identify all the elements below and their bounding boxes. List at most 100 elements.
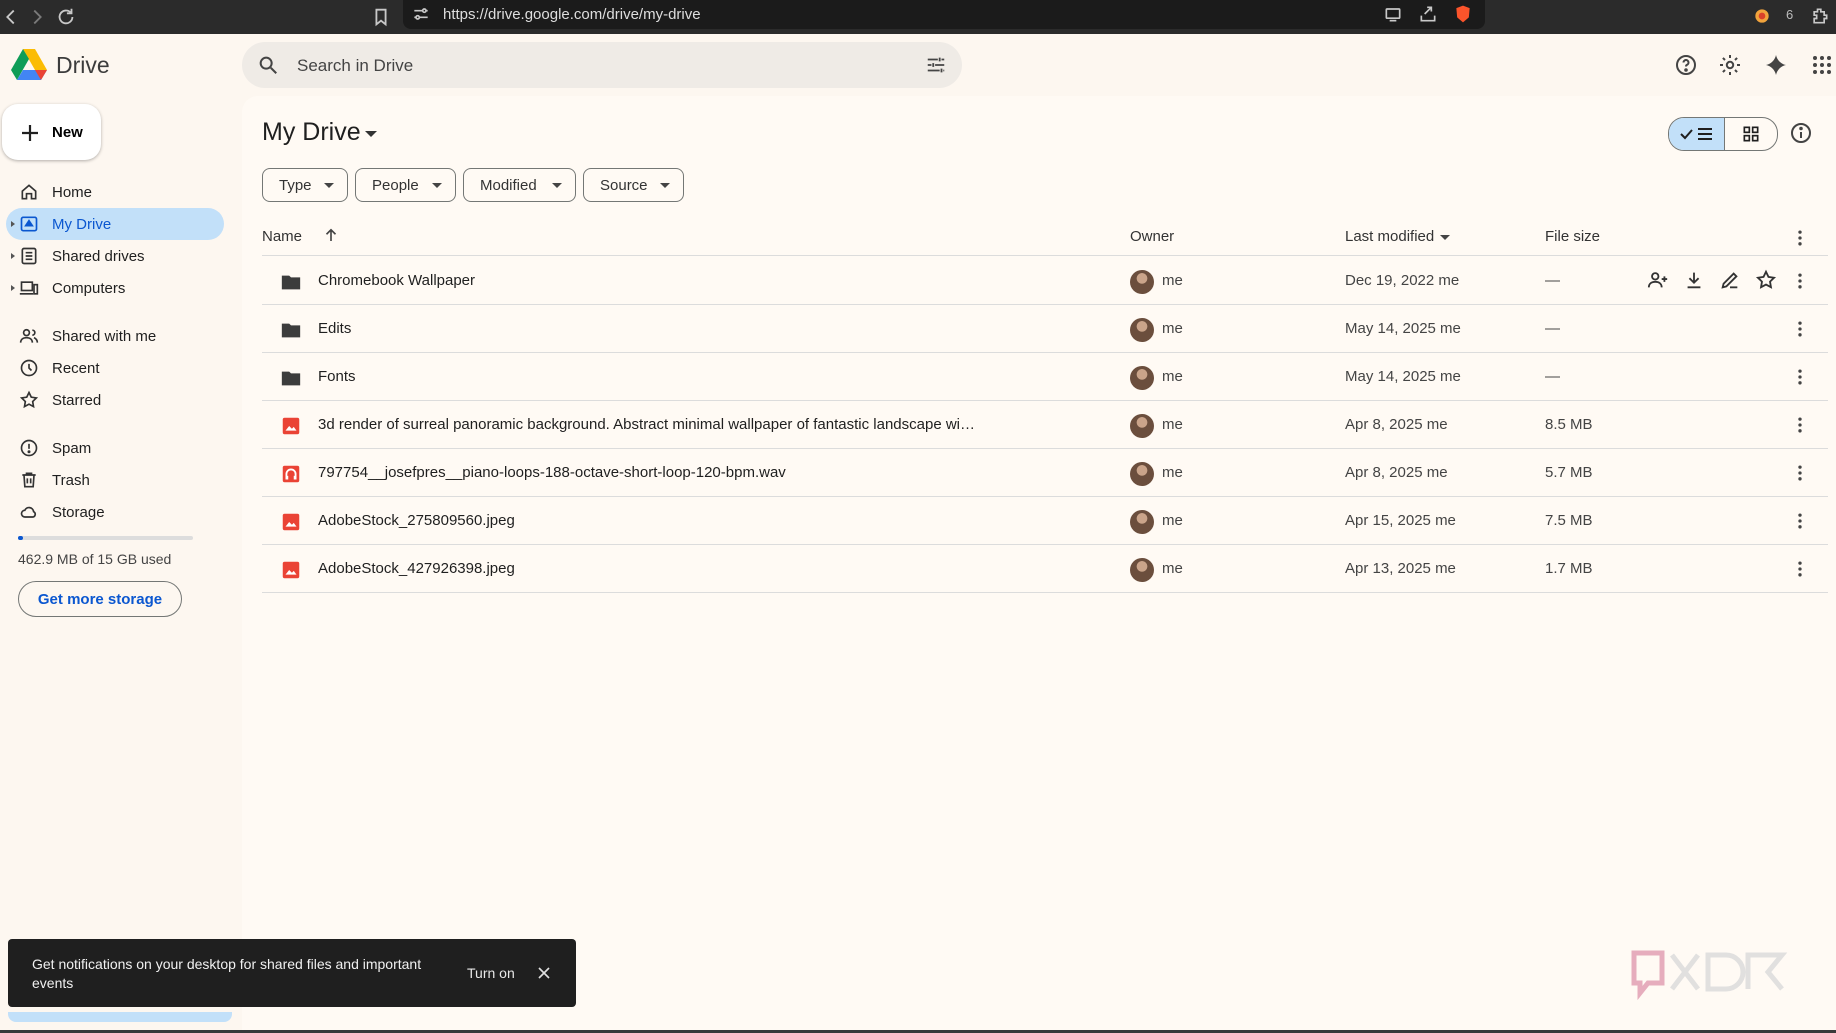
folder-icon	[280, 319, 302, 341]
sidebar-item-computers[interactable]: Computers	[6, 272, 224, 304]
expand-caret-icon[interactable]	[11, 285, 15, 291]
view-toggle[interactable]	[1668, 117, 1778, 151]
avatar	[1130, 558, 1154, 582]
list-view-button[interactable]	[1669, 118, 1725, 150]
divider	[262, 255, 1828, 256]
help-icon[interactable]	[1674, 53, 1698, 77]
expand-caret-icon[interactable]	[11, 221, 15, 227]
share-icon[interactable]	[1418, 4, 1440, 26]
tab-count[interactable]: 6	[1786, 7, 1793, 22]
search-input[interactable]: Search in Drive	[297, 56, 413, 76]
sort-caret-icon[interactable]	[1440, 235, 1450, 240]
sort-arrow-up-icon[interactable]	[322, 226, 340, 244]
address-bar[interactable]: https://drive.google.com/drive/my-drive	[403, 0, 1485, 29]
file-name[interactable]: Fonts	[318, 368, 356, 385]
filter-chip-source[interactable]: Source	[583, 168, 684, 202]
sidebar-item-storage[interactable]: Storage	[6, 496, 224, 528]
new-button[interactable]: New	[2, 104, 101, 160]
file-name[interactable]: 3d render of surreal panoramic backgroun…	[318, 416, 978, 433]
filter-chip-modified[interactable]: Modified	[463, 168, 576, 202]
sidebar-item-label: Shared with me	[52, 328, 157, 345]
sidebar-item-label: Storage	[52, 504, 105, 521]
sidebar-item-spam[interactable]: Spam	[6, 432, 224, 464]
image-file-icon	[280, 415, 302, 437]
column-header-name[interactable]: Name	[262, 228, 302, 245]
get-more-storage-button[interactable]: Get more storage	[18, 581, 182, 617]
last-modified: Apr 13, 2025 me	[1345, 560, 1456, 577]
owner-name: me	[1162, 464, 1183, 481]
image-file-icon	[280, 559, 302, 581]
sidebar-item-starred[interactable]: Starred	[6, 384, 224, 416]
sidebar-item-shared-drives[interactable]: Shared drives	[6, 240, 224, 272]
rename-pencil-icon[interactable]	[1719, 269, 1741, 291]
more-options-icon[interactable]	[1790, 463, 1810, 483]
divider	[262, 592, 1828, 593]
column-options-more-icon[interactable]	[1790, 228, 1810, 248]
gemini-sparkle-icon[interactable]	[1764, 53, 1788, 77]
extensions-icon[interactable]	[1810, 6, 1832, 28]
search-icon[interactable]	[257, 54, 279, 76]
table-row[interactable]: AdobeStock_427926398.jpeg me Apr 13, 202…	[262, 545, 1828, 593]
snackbar-message: Get notifications on your desktop for sh…	[32, 956, 422, 991]
drive-logo-icon[interactable]	[10, 46, 48, 82]
file-name[interactable]: AdobeStock_427926398.jpeg	[318, 560, 515, 577]
table-row[interactable]: AdobeStock_275809560.jpeg me Apr 15, 202…	[262, 497, 1828, 545]
table-row[interactable]: Edits me May 14, 2025 me —	[262, 305, 1828, 353]
page-title[interactable]: My Drive	[262, 118, 361, 147]
filter-chip-label: Source	[600, 177, 648, 194]
search-bar[interactable]: Search in Drive	[242, 42, 962, 88]
column-header-owner[interactable]: Owner	[1130, 228, 1174, 245]
table-row[interactable]: Chromebook Wallpaper me Dec 19, 2022 me …	[262, 257, 1828, 305]
expand-caret-icon[interactable]	[11, 253, 15, 259]
file-name[interactable]: Edits	[318, 320, 351, 337]
cast-icon[interactable]	[1383, 4, 1405, 26]
apps-grid-icon[interactable]	[1810, 53, 1834, 77]
download-icon[interactable]	[1683, 269, 1705, 291]
more-options-icon[interactable]	[1790, 559, 1810, 579]
more-options-icon[interactable]	[1790, 319, 1810, 339]
title-dropdown-icon[interactable]	[365, 131, 377, 137]
sidebar-item-my-drive[interactable]: My Drive	[6, 208, 224, 240]
sidebar-item-trash[interactable]: Trash	[6, 464, 224, 496]
last-modified: Apr 15, 2025 me	[1345, 512, 1456, 529]
avatar	[1130, 510, 1154, 534]
star-icon[interactable]	[1755, 269, 1777, 291]
rewards-icon[interactable]	[1752, 6, 1774, 28]
sidebar-item-label: Starred	[52, 392, 102, 409]
brand-name[interactable]: Drive	[56, 52, 110, 79]
close-icon[interactable]	[534, 963, 554, 983]
column-header-last-modified[interactable]: Last modified	[1345, 228, 1434, 245]
site-settings-icon[interactable]	[411, 4, 433, 26]
more-options-icon[interactable]	[1790, 415, 1810, 435]
reload-icon[interactable]	[55, 6, 77, 28]
table-row[interactable]: Fonts me May 14, 2025 me —	[262, 353, 1828, 401]
sidebar-item-home[interactable]: Home	[6, 176, 224, 208]
search-options-icon[interactable]	[925, 54, 947, 76]
share-person-icon[interactable]	[1647, 269, 1669, 291]
turn-on-button[interactable]: Turn on	[467, 965, 515, 981]
table-row[interactable]: 797754__josefpres__piano-loops-188-octav…	[262, 449, 1828, 497]
file-name[interactable]: 797754__josefpres__piano-loops-188-octav…	[318, 464, 786, 481]
more-options-icon[interactable]	[1790, 367, 1810, 387]
owner-name: me	[1162, 368, 1183, 385]
file-name[interactable]: Chromebook Wallpaper	[318, 272, 475, 289]
filter-chip-type[interactable]: Type	[262, 168, 348, 202]
more-options-icon[interactable]	[1790, 271, 1810, 291]
grid-view-button[interactable]	[1725, 118, 1777, 150]
back-icon[interactable]	[0, 6, 22, 28]
sidebar-item-shared-with-me[interactable]: Shared with me	[6, 320, 224, 352]
filter-chip-people[interactable]: People	[355, 168, 456, 202]
more-options-icon[interactable]	[1790, 511, 1810, 531]
forward-icon[interactable]	[26, 6, 48, 28]
file-name[interactable]: AdobeStock_275809560.jpeg	[318, 512, 515, 529]
table-row[interactable]: 3d render of surreal panoramic backgroun…	[262, 401, 1828, 449]
shared-drives-icon	[19, 246, 39, 266]
brave-shield-icon[interactable]	[1453, 4, 1475, 26]
column-header-file-size[interactable]: File size	[1545, 228, 1600, 245]
new-button-label: New	[52, 124, 83, 141]
sidebar-item-recent[interactable]: Recent	[6, 352, 224, 384]
sidebar-item-label: Shared drives	[52, 248, 145, 265]
info-icon[interactable]	[1789, 121, 1813, 145]
bookmark-icon[interactable]	[370, 6, 392, 28]
settings-gear-icon[interactable]	[1718, 53, 1742, 77]
